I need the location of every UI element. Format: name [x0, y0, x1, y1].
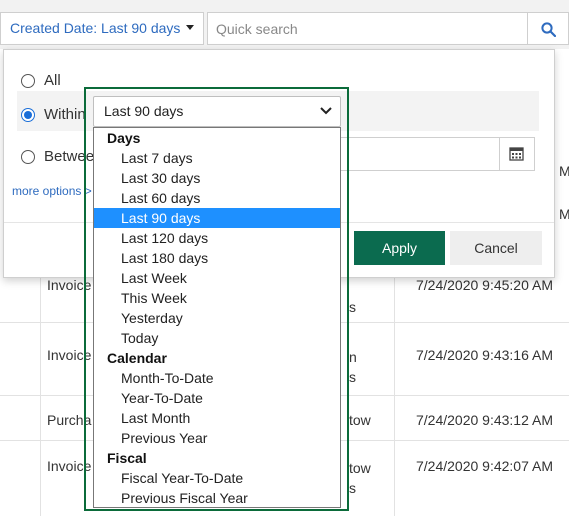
filter-label: Created Date: Last 90 days [10, 20, 181, 36]
option-within-label: Within [44, 106, 86, 123]
row-date-cell: 7/24/2020 9:43:16 AM [416, 347, 553, 363]
period-option[interactable]: Month-To-Date [94, 368, 340, 388]
period-option[interactable]: Last Week [94, 268, 340, 288]
caret-down-icon [186, 24, 195, 30]
option-all-label: All [44, 72, 61, 89]
period-option[interactable]: Last 60 days [94, 188, 340, 208]
created-date-filter-button[interactable]: Created Date: Last 90 days [0, 12, 204, 45]
option-group-label: Fiscal [107, 450, 147, 466]
search-icon [541, 22, 556, 37]
period-option[interactable]: Previous Fiscal Year [94, 488, 340, 507]
option-group-label: Calendar [107, 350, 167, 366]
within-period-select[interactable]: Last 90 days [93, 96, 341, 127]
option-group-label: Days [107, 130, 141, 146]
row-status-cell: s [349, 299, 356, 315]
row-status-cell: tow s [349, 460, 371, 496]
cancel-button[interactable]: Cancel [450, 231, 542, 265]
select-value: Last 90 days [104, 103, 184, 119]
calendar-icon [509, 147, 524, 161]
radio-within[interactable] [21, 107, 35, 122]
option-within[interactable]: Within [21, 106, 86, 123]
option-all[interactable]: All [21, 72, 61, 89]
period-option[interactable]: Last 7 days [94, 148, 340, 168]
row-status-cell: tow [349, 412, 371, 428]
toolbar: Created Date: Last 90 days [0, 0, 569, 49]
more-options-link[interactable]: more options > [12, 184, 92, 198]
row-date-cell: 7/24/2020 9:45:20 AM [416, 277, 553, 293]
search-button[interactable] [527, 12, 569, 45]
period-option[interactable]: Fiscal Year-To-Date [94, 468, 340, 488]
row-status-cell: n s [349, 349, 357, 385]
chevron-down-icon [320, 107, 332, 115]
period-option[interactable]: This Week [94, 288, 340, 308]
period-option[interactable]: Last 90 days [94, 208, 340, 228]
quick-search-input[interactable] [207, 12, 528, 45]
period-option[interactable]: Year-To-Date [94, 388, 340, 408]
period-options-list: Days Last 7 days Last 30 days Last 60 days L… [93, 127, 341, 508]
partial-date-cell: M [559, 206, 569, 222]
period-option[interactable]: Last 30 days [94, 168, 340, 188]
apply-button[interactable]: Apply [354, 231, 445, 265]
period-option[interactable]: Last 180 days [94, 248, 340, 268]
period-option[interactable]: Today [94, 328, 340, 348]
row-date-cell: 7/24/2020 9:43:12 AM [416, 412, 553, 428]
calendar-button[interactable] [499, 138, 534, 170]
period-option[interactable]: Yesterday [94, 308, 340, 328]
radio-all[interactable] [21, 73, 35, 88]
radio-between[interactable] [21, 149, 35, 164]
period-option[interactable]: Last 120 days [94, 228, 340, 248]
period-option[interactable]: Last Month [94, 408, 340, 428]
row-date-cell: 7/24/2020 9:42:07 AM [416, 458, 553, 474]
period-option[interactable]: Previous Year [94, 428, 340, 448]
partial-date-cell: M [559, 163, 569, 179]
